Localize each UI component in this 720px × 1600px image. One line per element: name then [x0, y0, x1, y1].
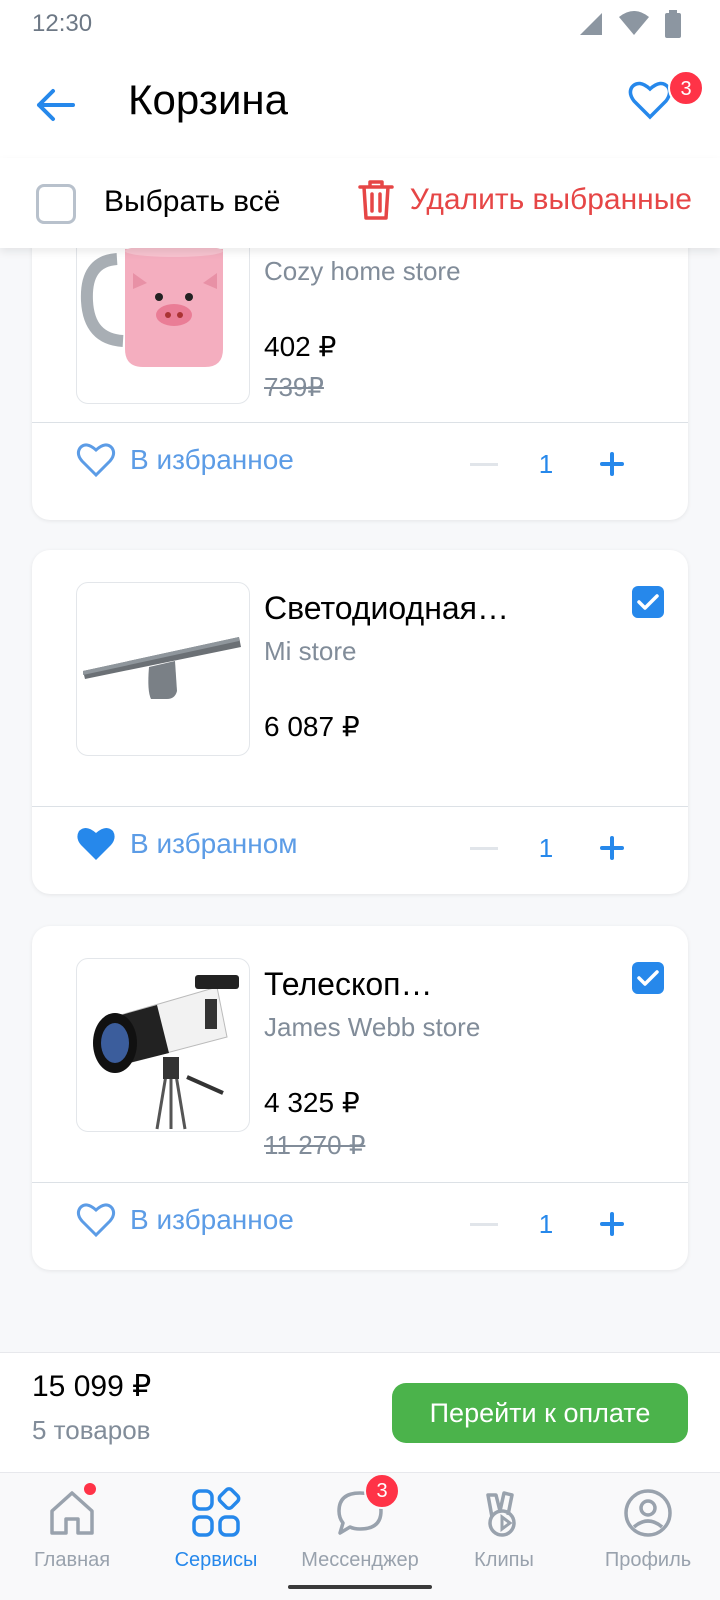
heart-outline-icon [76, 1203, 116, 1238]
tab-profile[interactable]: Профиль [576, 1487, 720, 1572]
quantity-value: 1 [538, 1208, 554, 1239]
select-all-checkbox[interactable] [36, 184, 76, 224]
status-bar: 12:30 [0, 0, 720, 48]
product-title[interactable]: Светодиодная… [264, 590, 509, 627]
cart-item: Телескоп… James Webb store 4 325 ₽ 11 27… [32, 926, 688, 1270]
clips-icon [486, 1491, 516, 1537]
pig-mug-image [80, 245, 223, 367]
increase-button[interactable] [592, 444, 632, 484]
signal-icon [580, 13, 602, 35]
page-title: Корзина [128, 76, 288, 123]
delete-selected-button[interactable]: Удалить выбранные [356, 178, 692, 222]
status-icons [578, 10, 682, 38]
notification-dot [84, 1483, 96, 1495]
product-title[interactable]: Телескоп… [264, 966, 432, 1003]
trash-icon [357, 180, 394, 220]
checkout-bar: 15 099 ₽ 5 товаров Перейти к оплате [0, 1352, 720, 1472]
cart-item-count: 5 товаров [32, 1415, 151, 1445]
cart-total: 15 099 ₽ [32, 1370, 152, 1403]
checkmark-icon [637, 970, 659, 986]
quantity-value: 1 [538, 448, 554, 479]
favorites-label: В избранное [130, 1204, 294, 1235]
favorites-label: В избранное [130, 444, 294, 475]
telescope-image [93, 975, 239, 1130]
profile-icon [624, 1489, 672, 1537]
tab-label: Профиль [604, 1549, 692, 1571]
item-checkbox[interactable] [632, 962, 664, 994]
tab-label: Клипы [474, 1549, 534, 1571]
app-header: Корзина 3 [0, 48, 720, 158]
heart-filled-icon [77, 827, 115, 860]
status-time: 12:30 [32, 10, 93, 37]
product-image[interactable] [76, 582, 250, 756]
favorites-label: В избранном [130, 828, 298, 859]
services-icon [192, 1487, 241, 1537]
quantity-stepper: 1 [470, 1204, 632, 1244]
add-to-favorites-button[interactable]: В избранное [76, 1202, 294, 1238]
tab-clips[interactable]: Клипы [432, 1487, 576, 1572]
selection-toolbar: Выбрать всё Удалить выбранные [0, 158, 720, 248]
product-price: 6 087 ₽ [264, 711, 360, 742]
home-indicator [288, 1585, 432, 1589]
messenger-badge: 3 [364, 1473, 400, 1509]
product-price: 4 325 ₽ [264, 1087, 360, 1118]
tab-services[interactable]: Сервисы [144, 1487, 288, 1572]
decrease-button[interactable] [470, 1222, 498, 1226]
product-price: 402 ₽ [264, 331, 337, 362]
product-store: James Webb store [264, 1012, 481, 1042]
tab-label: Главная [33, 1549, 111, 1571]
decrease-button[interactable] [470, 846, 498, 850]
tab-label: Сервисы [174, 1549, 258, 1571]
favorites-count-badge: 3 [668, 70, 704, 106]
product-store: Cozy home store [264, 256, 461, 286]
tab-home[interactable]: Главная [0, 1483, 144, 1572]
quantity-stepper: 1 [470, 828, 632, 868]
add-to-favorites-button[interactable]: В избранное [76, 442, 294, 478]
decrease-button[interactable] [470, 462, 498, 466]
bottom-tab-bar: Главная Сервисы 3 Мессенджер Клипы Профи… [0, 1472, 720, 1600]
back-button[interactable] [30, 80, 80, 130]
product-image[interactable] [76, 230, 250, 404]
card-divider [32, 1182, 688, 1183]
product-old-price: 739₽ [264, 372, 324, 402]
checkout-button[interactable]: Перейти к оплате [392, 1383, 688, 1443]
select-all-label[interactable]: Выбрать всё [104, 185, 280, 219]
tab-messenger[interactable]: 3 Мессенджер [288, 1473, 432, 1572]
tab-label: Мессенджер [301, 1549, 419, 1571]
led-lamp-image [83, 637, 241, 699]
quantity-stepper: 1 [470, 444, 632, 484]
back-arrow-icon [37, 89, 75, 121]
card-divider [32, 422, 688, 423]
item-checkbox[interactable] [632, 586, 664, 618]
product-store: Mi store [264, 636, 357, 666]
battery-icon [665, 10, 681, 38]
card-divider [32, 806, 688, 807]
product-image[interactable] [76, 958, 250, 1132]
checkmark-icon [637, 594, 659, 610]
increase-button[interactable] [592, 1204, 632, 1244]
delete-selected-label: Удалить выбранные [409, 183, 692, 216]
heart-outline-icon [76, 443, 116, 478]
in-favorites-button[interactable]: В избранном [76, 826, 298, 862]
wifi-icon [619, 11, 649, 35]
increase-button[interactable] [592, 828, 632, 868]
cart-item: Светодиодная… Mi store 6 087 ₽ В избранн… [32, 550, 688, 894]
product-old-price: 11 270 ₽ [264, 1130, 366, 1160]
heart-outline-icon [628, 81, 672, 120]
quantity-value: 1 [538, 832, 554, 863]
